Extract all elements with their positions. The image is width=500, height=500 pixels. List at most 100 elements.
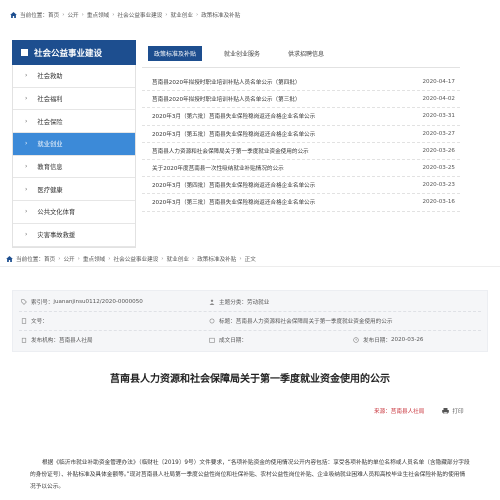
divider (0, 266, 500, 267)
sidebar-item-label: 医疗健康 (37, 186, 63, 194)
list-item-title[interactable]: 莒南县2020年拟授时职业培训补贴人员名单公示（第四批） (152, 78, 301, 86)
breadcrumb-link[interactable]: 首页 (44, 255, 55, 263)
tab-policy-subsidy[interactable]: 政策标准及补贴 (148, 46, 203, 61)
sidebar-item-label: 公共文化体育 (37, 209, 76, 217)
clock-icon (353, 337, 359, 343)
sidebar-title: 社会公益事业建设 (12, 40, 136, 65)
breadcrumb-link[interactable]: 社会公益事业建设 (118, 11, 163, 19)
list-item[interactable]: 莒南县人力资源和社会保障局关于第一季度就业资金使用的公示 2020-03-26 (142, 143, 460, 160)
list-item-date: 2020-04-02 (422, 96, 455, 103)
list-item-title[interactable]: 2020年3月（第六批）莒南县失业保险稳岗返还合格企业名单公示 (152, 112, 315, 120)
sidebar-item-employment[interactable]: › 就业创业 (13, 133, 135, 156)
breadcrumb-link[interactable]: 政策标准及补贴 (197, 255, 236, 263)
breadcrumb-link[interactable]: 重点领域 (83, 255, 105, 263)
breadcrumb-link[interactable]: 公开 (67, 11, 78, 19)
list-item-title[interactable]: 2020年3月（第三批）莒南县失业保险稳岗返还合格企业名单公示 (152, 198, 315, 206)
list-item[interactable]: 2020年3月（第五批）莒南县失业保险稳岗返还合格企业名单公示 2020-03-2… (142, 126, 460, 143)
meta-publisher-label: 发布机构： (31, 338, 59, 344)
list-item[interactable]: 2020年3月（第六批）莒南县失业保险稳岗返还合格企业名单公示 2020-03-3… (142, 108, 460, 126)
sidebar-item-social-welfare[interactable]: › 社会福利 (13, 87, 135, 111)
list-item[interactable]: 莒南县2020年拟授时职业培训补贴人员名单公示（第三批） 2020-04-02 (142, 91, 460, 109)
square-icon (21, 49, 28, 56)
breadcrumb-link[interactable]: 重点领域 (87, 11, 109, 19)
refresh-icon (209, 318, 215, 324)
sidebar-item-label: 社会福利 (37, 96, 63, 104)
meta-doc-label: 文号： (31, 319, 48, 325)
list-item-title[interactable]: 2020年3月（第五批）莒南县失业保险稳岗返还合格企业名单公示 (152, 130, 315, 138)
meta-publish-value: 2020-03-26 (390, 337, 424, 343)
meta-publish-date: 发布日期： 2020-03-26 (353, 336, 424, 344)
breadcrumb-link[interactable]: 就业创业 (171, 11, 193, 19)
meta-created-date: 成文日期： (209, 336, 247, 344)
calendar-icon (209, 337, 215, 343)
meta-title-value: 莒南县人力资源和社会保障局关于第一季度就业资金使用的公示 (235, 319, 393, 325)
article-source-bar: 来源：莒南县人社局 打印 (374, 407, 464, 415)
content-panel: 政策标准及补贴 就业创业服务 供求招聘信息 莒南县2020年拟授时职业培训补贴人… (142, 40, 460, 212)
breadcrumb: 当前位置： 首页 › 公开 › 重点领域 › 社会公益事业建设 › 就业创业 › 政策标准… (6, 253, 256, 265)
breadcrumb: 当前位置： 首页 › 公开 › 重点领域 › 社会公益事业建设 › 就业创业 › 政策标准… (10, 9, 240, 21)
sidebar-item-label: 社会救助 (37, 73, 63, 81)
article-title: 莒南县人力资源和社会保障局关于第一季度就业资金使用的公示 (110, 374, 390, 385)
breadcrumb-link[interactable]: 社会公益事业建设 (114, 255, 159, 263)
meta-created-label: 成文日期： (219, 338, 247, 344)
tab-recruitment-info[interactable]: 供求招聘信息 (282, 46, 330, 61)
metadata-box: 索引号： juananjinsu0112/2020-0000050 主题分类： 劳动… (12, 290, 488, 352)
sidebar-item-label: 教育信息 (37, 164, 63, 172)
article-source: 来源：莒南县人社局 (374, 409, 425, 415)
meta-index-label: 索引号： (31, 300, 54, 306)
list-item-title[interactable]: 莒南县人力资源和社会保障局关于第一季度就业资金使用的公示 (152, 147, 309, 155)
sidebar-item-label: 社会保险 (37, 118, 63, 126)
tag-icon (21, 299, 27, 305)
chevron-right-icon: › (25, 95, 28, 103)
article-body: 根据《临沂市就业补助资金管理办法》（临财社〔2019〕9号）文件要求，“各项补贴… (30, 460, 470, 490)
list-item[interactable]: 关于2020年度莒南县一次性吸纳就业补贴情况的公示 2020-03-25 (142, 160, 460, 178)
chevron-right-icon: › (25, 208, 28, 216)
document-icon (21, 318, 27, 324)
building-icon (21, 337, 27, 343)
sidebar-item-label: 灾害事故救援 (37, 232, 76, 240)
list-item[interactable]: 2020年3月（第三批）莒南县失业保险稳岗返还合格企业名单公示 2020-03-1… (142, 194, 460, 212)
sidebar-item-health[interactable]: › 医疗健康 (13, 178, 135, 202)
list-item-title[interactable]: 莒南县2020年拟授时职业培训补贴人员名单公示（第三批） (152, 95, 301, 103)
list-item-date: 2020-04-17 (422, 79, 455, 86)
chevron-right-icon: › (25, 117, 28, 125)
list-item[interactable]: 2020年3月（第四批）莒南县失业保险稳岗返还合格企业名单公示 2020-03-2… (142, 177, 460, 195)
home-icon (10, 12, 17, 18)
list-item-date: 2020-03-26 (422, 147, 455, 154)
chevron-right-icon: › (25, 140, 28, 148)
breadcrumb-link[interactable]: 就业创业 (167, 255, 189, 263)
sidebar-title-text: 社会公益事业建设 (34, 48, 103, 59)
chevron-right-icon: › (25, 163, 28, 171)
sidebar-item-education[interactable]: › 教育信息 (13, 155, 135, 179)
breadcrumb-link[interactable]: 正文 (245, 255, 256, 263)
tab-bar: 政策标准及补贴 就业创业服务 供求招聘信息 (142, 40, 460, 68)
list-item-date: 2020-03-25 (422, 165, 455, 172)
list-item-date: 2020-03-31 (422, 113, 455, 120)
list-item-title[interactable]: 2020年3月（第四批）莒南县失业保险稳岗返还合格企业名单公示 (152, 181, 315, 189)
sidebar-item-disaster-rescue[interactable]: › 灾害事故救援 (13, 223, 135, 247)
breadcrumb-prefix: 当前位置： (16, 257, 44, 263)
breadcrumb-link[interactable]: 政策标准及补贴 (201, 11, 240, 19)
home-icon (6, 256, 13, 262)
sidebar-item-culture-sports[interactable]: › 公共文化体育 (13, 201, 135, 224)
breadcrumb-link[interactable]: 首页 (48, 11, 59, 19)
print-button[interactable]: 打印 (442, 407, 464, 415)
person-icon (209, 299, 215, 305)
divider (19, 311, 481, 312)
sidebar-item-label: 就业创业 (37, 141, 63, 149)
list-item-title[interactable]: 关于2020年度莒南县一次性吸纳就业补贴情况的公示 (152, 164, 284, 172)
meta-publisher: 发布机构： 莒南县人社局 (21, 336, 93, 344)
sidebar-item-social-insurance[interactable]: › 社会保险 (13, 110, 135, 134)
list-item[interactable]: 莒南县2020年拟授时职业培训补贴人员名单公示（第四批） 2020-04-17 (142, 74, 460, 92)
sidebar-item-social-assistance[interactable]: › 社会救助 (13, 65, 135, 88)
breadcrumb-prefix: 当前位置： (20, 13, 48, 19)
print-label: 打印 (452, 409, 464, 415)
sidebar: 社会公益事业建设 › 社会救助 › 社会福利 › 社会保险 › 就业创业 › 教育信息 ›… (12, 40, 136, 248)
meta-title-label: 标题： (219, 319, 236, 325)
divider (19, 330, 481, 331)
tab-employment-service[interactable]: 就业创业服务 (218, 46, 266, 61)
list-item-date: 2020-03-23 (422, 182, 455, 189)
meta-publish-label: 发布日期： (363, 338, 391, 344)
breadcrumb-link[interactable]: 公开 (63, 255, 74, 263)
meta-category: 主题分类： 劳动就业 (209, 298, 269, 306)
